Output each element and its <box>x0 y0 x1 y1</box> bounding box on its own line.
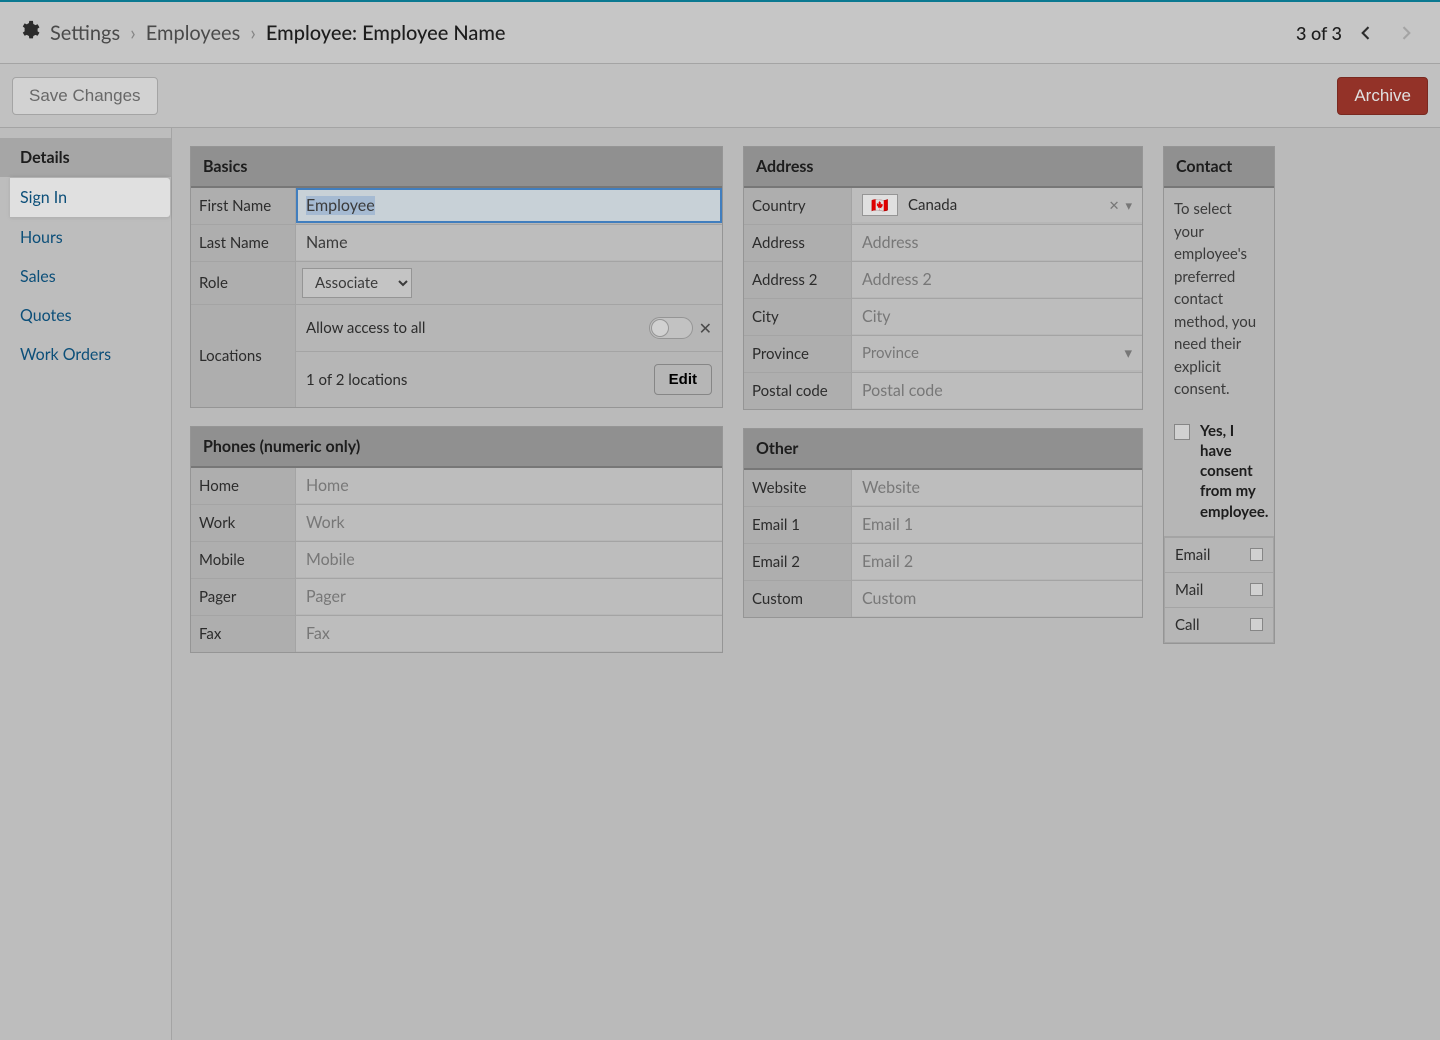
input-phone-fax[interactable] <box>296 616 722 651</box>
input-firstname[interactable] <box>296 188 722 223</box>
crumb-current: Employee: Employee Name <box>266 21 506 45</box>
panel-other: Other Website Email 1 Email 2 <box>743 428 1143 618</box>
input-phone-work[interactable] <box>296 505 722 540</box>
checkbox-pref-email[interactable] <box>1250 548 1263 561</box>
chevron-right-icon: › <box>250 21 256 45</box>
select-role[interactable]: Associate <box>302 268 412 298</box>
panel-basics-title: Basics <box>191 147 722 188</box>
label-country: Country <box>744 188 852 224</box>
gear-icon <box>18 19 40 46</box>
chevron-right-icon: › <box>130 21 136 45</box>
select-province[interactable]: Province ▾ <box>852 336 1142 370</box>
label-home: Home <box>191 468 296 504</box>
input-phone-mobile[interactable] <box>296 542 722 577</box>
crumb-employees[interactable]: Employees <box>146 21 240 45</box>
input-city[interactable] <box>852 299 1142 334</box>
label-work: Work <box>191 505 296 541</box>
input-address2[interactable] <box>852 262 1142 297</box>
crumb-settings[interactable]: Settings <box>50 21 120 45</box>
label-pref-mail: Mail <box>1175 581 1203 599</box>
input-phone-home[interactable] <box>296 468 722 503</box>
pager-count: 3 of 3 <box>1296 22 1342 44</box>
province-placeholder: Province <box>862 344 919 362</box>
toggle-allow-access[interactable] <box>649 317 693 339</box>
close-icon[interactable]: ✕ <box>699 319 712 338</box>
clear-country-icon[interactable]: ✕ <box>1109 197 1120 214</box>
edit-locations-button[interactable]: Edit <box>654 364 712 395</box>
sidenav-sales[interactable]: Sales <box>0 257 171 296</box>
label-pager: Pager <box>191 579 296 615</box>
sidenav-workorders[interactable]: Work Orders <box>0 335 171 374</box>
flag-canada-icon: 🇨🇦 <box>862 194 898 216</box>
label-pref-email: Email <box>1175 546 1210 564</box>
label-lastname: Last Name <box>191 225 296 261</box>
sidenav-quotes[interactable]: Quotes <box>0 296 171 335</box>
breadcrumb: Settings › Employees › Employee: Employe… <box>18 19 505 46</box>
panel-phones-title: Phones (numeric only) <box>191 427 722 468</box>
input-email2[interactable] <box>852 544 1142 579</box>
sidenav-signin[interactable]: Sign In <box>10 177 171 218</box>
sidenav-details[interactable]: Details <box>0 138 171 177</box>
panel-address: Address Country 🇨🇦 Canada ✕ ▾ <box>743 146 1143 410</box>
side-nav: Details Sign In Hours Sales Quotes Work … <box>0 128 172 1040</box>
label-pref-call: Call <box>1175 616 1200 634</box>
sidenav-hours[interactable]: Hours <box>0 218 171 257</box>
checkbox-consent[interactable] <box>1174 424 1190 440</box>
label-postalcode: Postal code <box>744 373 852 409</box>
label-email1: Email 1 <box>744 507 852 543</box>
input-email1[interactable] <box>852 507 1142 542</box>
label-role: Role <box>191 262 296 304</box>
label-website: Website <box>744 470 852 506</box>
label-mobile: Mobile <box>191 542 296 578</box>
panel-contact: Contact To select your employee's prefer… <box>1163 146 1275 644</box>
label-fax: Fax <box>191 616 296 652</box>
label-location-count: 1 of 2 locations <box>306 371 407 389</box>
country-value: Canada <box>908 196 957 214</box>
panel-basics: Basics First Name Last Name Role Associa… <box>190 146 723 408</box>
input-postalcode[interactable] <box>852 373 1142 408</box>
pager-next-button[interactable] <box>1390 17 1422 49</box>
label-city: City <box>744 299 852 335</box>
label-address: Address <box>744 225 852 261</box>
checkbox-pref-call[interactable] <box>1250 618 1263 631</box>
save-button[interactable]: Save Changes <box>12 77 158 115</box>
label-address2: Address 2 <box>744 262 852 298</box>
input-phone-pager[interactable] <box>296 579 722 614</box>
checkbox-pref-mail[interactable] <box>1250 583 1263 596</box>
archive-button[interactable]: Archive <box>1337 77 1428 115</box>
label-firstname: First Name <box>191 188 296 224</box>
pager-prev-button[interactable] <box>1350 17 1382 49</box>
label-custom: Custom <box>744 581 852 617</box>
label-consent: Yes, I have consent from my employee. <box>1200 421 1268 522</box>
panel-phones: Phones (numeric only) Home Work Mobile <box>190 426 723 653</box>
input-website[interactable] <box>852 470 1142 505</box>
input-custom[interactable] <box>852 581 1142 616</box>
panel-other-title: Other <box>744 429 1142 470</box>
input-address[interactable] <box>852 225 1142 260</box>
chevron-down-icon: ▾ <box>1124 344 1132 362</box>
panel-address-title: Address <box>744 147 1142 188</box>
chevron-down-icon[interactable]: ▾ <box>1125 197 1132 214</box>
label-allow-access: Allow access to all <box>306 319 425 337</box>
label-locations: Locations <box>191 305 296 407</box>
label-email2: Email 2 <box>744 544 852 580</box>
label-province: Province <box>744 336 852 372</box>
select-country[interactable]: 🇨🇦 Canada ✕ ▾ <box>852 188 1142 222</box>
contact-instructions: To select your employee's preferred cont… <box>1164 188 1274 411</box>
input-lastname[interactable] <box>296 225 722 260</box>
panel-contact-title: Contact <box>1164 147 1274 188</box>
